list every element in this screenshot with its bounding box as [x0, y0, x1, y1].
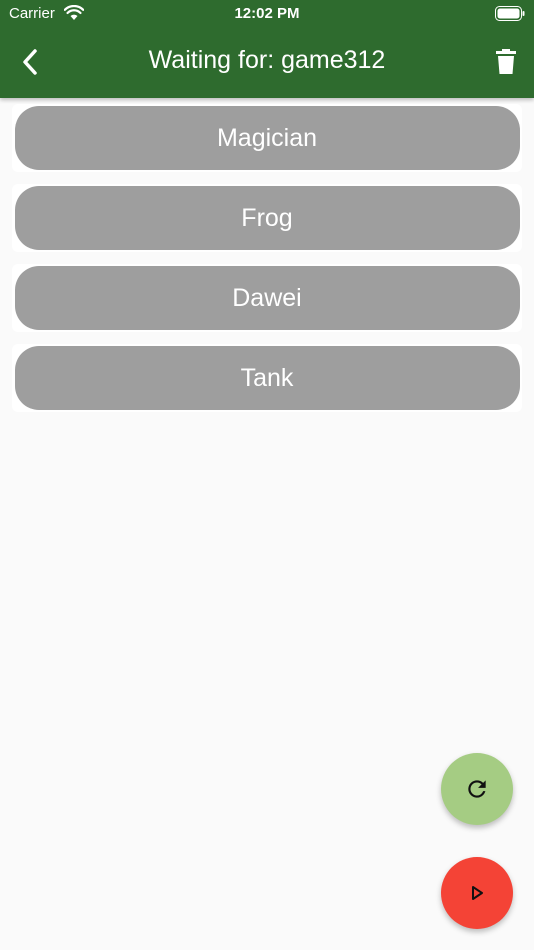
status-time: 12:02 PM: [234, 5, 300, 22]
list-item: Magician: [12, 104, 522, 172]
list-item: Dawei: [12, 264, 522, 332]
list-item: Tank: [12, 344, 522, 412]
refresh-icon: [468, 780, 486, 798]
page-title: Waiting for: game312: [148, 46, 386, 74]
list-item: Frog: [12, 184, 522, 252]
player-list: Magician Frog Dawei Tank: [12, 104, 522, 424]
player-button[interactable]: Magician: [14, 106, 520, 170]
trash-icon: [496, 49, 516, 74]
app-bar: Carrier 12:02 PM Waiting for: game312: [0, 0, 534, 98]
start-game-button[interactable]: [441, 857, 513, 929]
status-bar: Carrier 12:02 PM: [0, 0, 534, 30]
play-icon: [472, 886, 483, 900]
player-button[interactable]: Dawei: [14, 266, 520, 330]
player-button[interactable]: Frog: [14, 186, 520, 250]
player-button[interactable]: Tank: [14, 346, 520, 410]
refresh-button[interactable]: [441, 753, 513, 825]
battery-icon: [495, 6, 525, 21]
delete-button[interactable]: [488, 44, 524, 80]
